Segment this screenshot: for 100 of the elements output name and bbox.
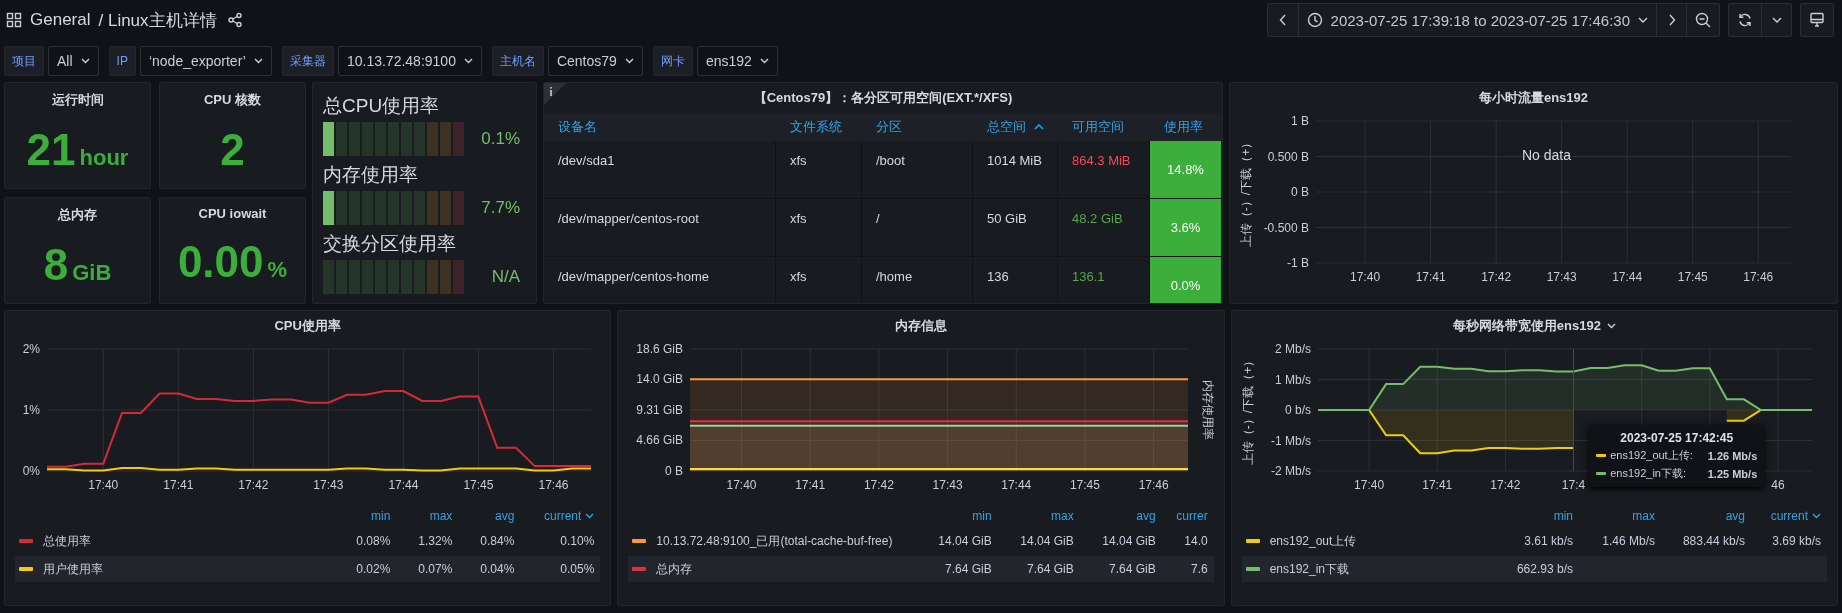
dashboard-grid-icon (6, 12, 22, 28)
table-cell: xfs (776, 199, 862, 257)
variable-dropdown[interactable]: All (48, 46, 99, 76)
panel-title: 每小时流量ens192 (1477, 89, 1590, 107)
series-name[interactable]: 用户使用率 (43, 560, 103, 578)
stat-value: 8 (43, 240, 69, 290)
dashboard-title: / Linux主机详情 (98, 9, 217, 32)
axis-tick-label: 1 B (1291, 114, 1309, 128)
refresh-icon (1737, 12, 1753, 28)
stat-title: CPU 核数 (203, 91, 262, 109)
variable-dropdown[interactable]: ens192 (696, 46, 778, 76)
gauge-value: 0.1% (481, 129, 521, 149)
legend-column-header[interactable]: min (334, 506, 397, 526)
column-header[interactable]: 分区 (862, 113, 973, 141)
chevron-down-icon (253, 58, 263, 64)
axis-tick-label: 0 B (1291, 185, 1309, 199)
legend-column-header[interactable]: current (520, 506, 601, 526)
chevron-down-icon (1771, 17, 1782, 23)
series-name[interactable]: ens192_out上传 (1269, 532, 1357, 550)
variable-label: IP (108, 46, 136, 76)
panel-title: 每秒网络带宽使用ens192 (1231, 311, 1837, 341)
legend-column-header[interactable]: min (1503, 506, 1579, 526)
variable-dropdown[interactable]: ‘node_exporter’ (139, 46, 272, 76)
column-header[interactable]: 使用率 (1150, 113, 1222, 141)
folder-link[interactable]: General (30, 10, 91, 30)
axis-tick-label: 17:41 (1415, 270, 1446, 284)
chevron-down-icon (1812, 513, 1821, 519)
series-name[interactable]: 总内存 (656, 560, 693, 578)
legend-column-header[interactable]: avg (1661, 506, 1751, 526)
stat-title: 运行时间 (51, 91, 104, 109)
axis-tick-label: 0% (22, 464, 40, 478)
legend-column-header[interactable]: avg (458, 506, 521, 526)
chevron-down-icon (80, 58, 90, 64)
axis-tick-label: 17:44 (1612, 270, 1643, 284)
axis-tick-label: 17:41 (795, 478, 826, 492)
stat-unit: hour (79, 145, 129, 171)
chevron-down-icon (759, 58, 769, 64)
axis-tick-label: 0 B (665, 464, 684, 478)
column-header[interactable]: 设备名 (544, 113, 776, 141)
gauge-label: 内存使用率 (323, 163, 419, 187)
panel-title: 【Centos79】：各分区可用空间(EXT.*/XFS) (752, 89, 1014, 107)
axis-tick-label: 17:45 (1677, 270, 1708, 284)
series-name[interactable]: 总使用率 (43, 532, 91, 550)
legend-column-header[interactable]: current (1751, 506, 1827, 526)
legend-value: 7.64 GiB (1108, 562, 1156, 576)
table-cell: /boot (862, 141, 973, 199)
variable-label: 主机名 (491, 46, 544, 76)
axis-tick-label: 2 Mb/s (1274, 342, 1311, 356)
axis-tick-label: 46 (1770, 478, 1785, 492)
series-name[interactable]: 10.13.72.48:9100_已用(total-cache-buf-free) (656, 532, 893, 550)
axis-title: 内存使用率 (1201, 380, 1216, 440)
column-header[interactable]: 可用空间 (1058, 113, 1150, 141)
axis-tick-label: 4.66 GiB (636, 433, 684, 448)
usage-cell: 3.6% (1150, 199, 1222, 257)
legend-column-header[interactable]: min (915, 506, 998, 526)
column-header[interactable]: 文件系统 (776, 113, 862, 141)
axis-tick-label: 17:42 (1490, 478, 1521, 492)
variable-dropdown[interactable]: Centos79 (547, 46, 643, 76)
panel-title: CPU使用率 (273, 317, 342, 335)
axis-tick-label: 17:40 (726, 478, 757, 492)
axis-tick-label: 17:46 (1138, 478, 1169, 492)
legend-value: 0.02% (356, 562, 391, 576)
legend-column-header[interactable]: currer (1161, 506, 1214, 526)
chevron-down-icon (585, 513, 595, 519)
axis-tick-label: 17:45 (463, 478, 494, 492)
axis-tick-label: 1% (22, 403, 40, 417)
axis-tick-label: 17:41 (163, 478, 194, 492)
axis-tick-label: 14.0 GiB (636, 372, 684, 387)
legend-value: 3.61 kb/s (1524, 534, 1573, 548)
table-cell: / (862, 199, 973, 257)
chevron-left-icon (1278, 14, 1287, 26)
series-name: ens192_in下载: (1610, 466, 1687, 482)
stat-title: CPU iowait (198, 206, 267, 221)
info-icon[interactable] (544, 83, 566, 105)
column-header[interactable]: 总空间 (973, 113, 1058, 141)
axis-tick-label: -1 Mb/s (1270, 433, 1311, 448)
gauge-label: 总CPU使用率 (323, 94, 441, 118)
axis-tick-label: 0 b/s (1284, 403, 1311, 417)
variable-dropdown[interactable]: 10.13.72.48:9100 (337, 46, 482, 76)
legend-value: 7.64 GiB (1026, 562, 1074, 576)
legend-column-header[interactable]: max (997, 506, 1080, 526)
legend-value: 0.10% (560, 534, 595, 548)
table-cell: /dev/mapper/centos-root (544, 199, 776, 257)
stat-unit: % (267, 257, 288, 283)
monitor-icon (1809, 12, 1825, 28)
legend-value: 0.05% (560, 562, 595, 576)
legend-value: 14.04 GiB (1020, 534, 1074, 548)
legend-value: 3.69 kb/s (1772, 534, 1821, 548)
gauge-value: 7.7% (481, 198, 521, 218)
legend-column-header[interactable]: max (396, 506, 459, 526)
axis-tick-label: 0.500 B (1267, 149, 1309, 164)
legend-column-header[interactable]: avg (1079, 506, 1162, 526)
legend-column-header[interactable]: max (1579, 506, 1661, 526)
series-value: 1.25 Mb/s (1707, 467, 1758, 480)
axis-tick-label: 2% (22, 342, 40, 356)
chevron-down-icon (1638, 17, 1648, 23)
series-name[interactable]: ens192_in下载 (1269, 560, 1350, 578)
axis-tick-label: 17:46 (538, 478, 569, 492)
axis-title: 上传（-）/下载（+） (1239, 136, 1253, 248)
axis-tick-label: 17:44 (1001, 478, 1032, 492)
